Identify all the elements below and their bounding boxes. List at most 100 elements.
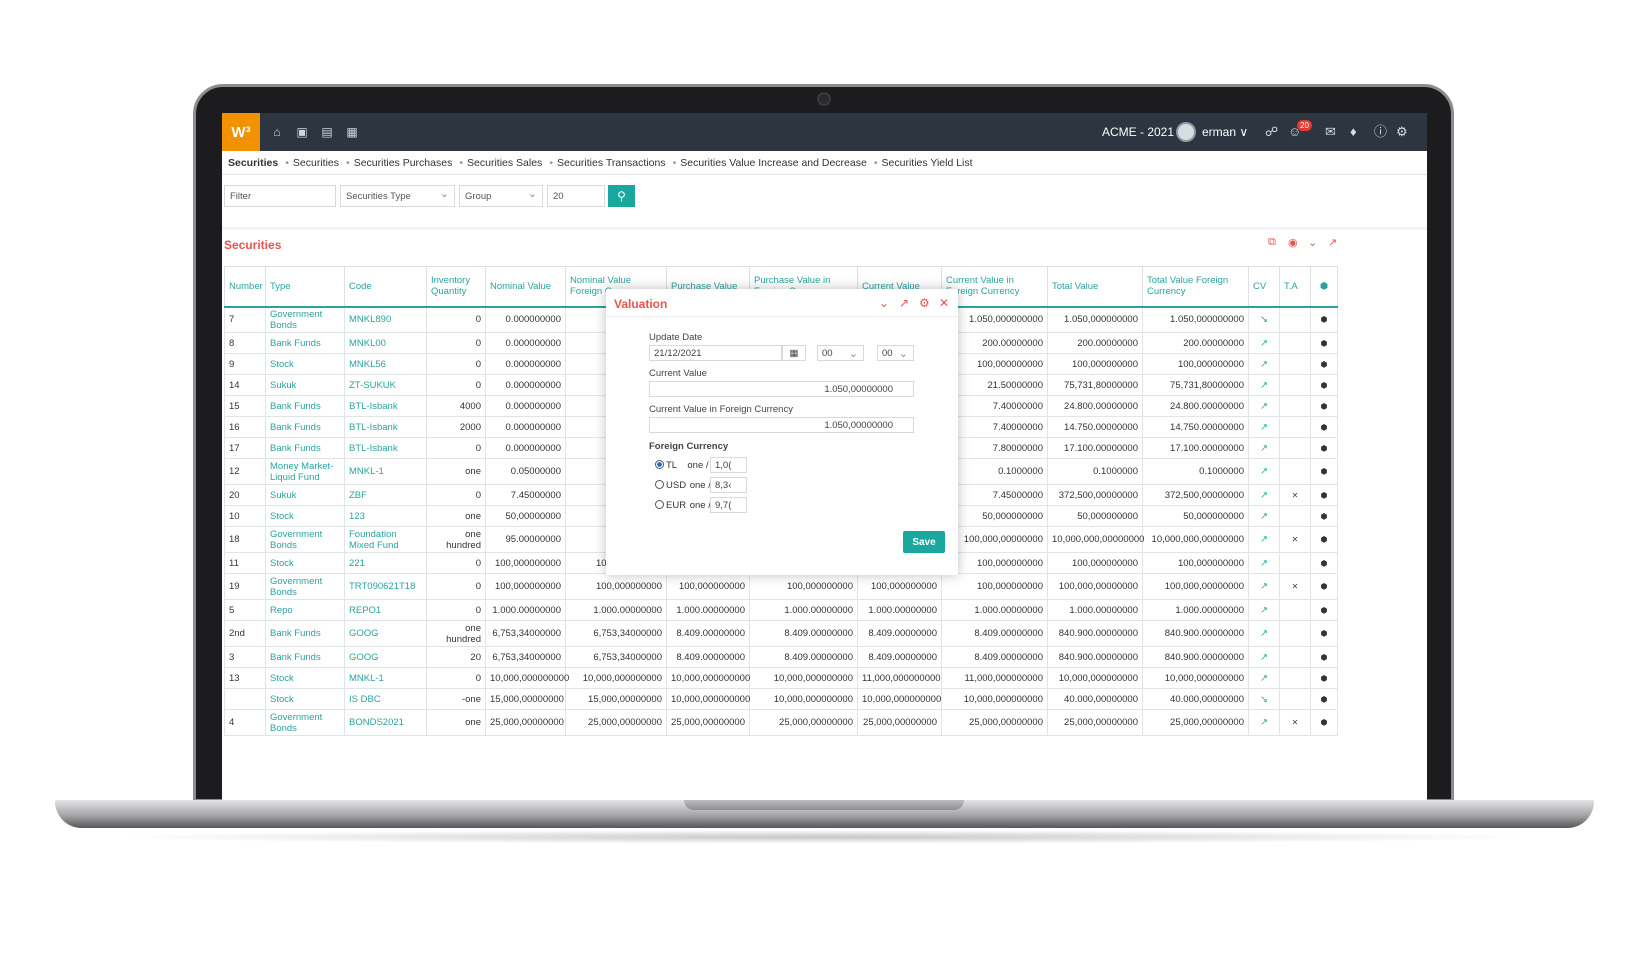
table-cell[interactable]: Stock (265, 552, 345, 574)
cube-icon[interactable]: ⬢ (1321, 491, 1328, 500)
table-cell[interactable]: MNKL-1 (344, 667, 427, 689)
table-cell[interactable]: Stock (265, 353, 345, 375)
table-cell[interactable]: Stock (265, 667, 345, 689)
cube-icon[interactable]: ⬢ (1321, 582, 1328, 591)
trend-up-icon[interactable]: ↗ (1260, 401, 1268, 412)
group-select[interactable]: Group (459, 185, 543, 207)
cube-icon[interactable]: ⬢ (1321, 381, 1328, 390)
table-cell[interactable]: Money Market- Liquid Fund (265, 458, 345, 485)
pin-icon[interactable]: ✕ (1292, 491, 1299, 500)
table-cell[interactable]: MNKL00 (344, 332, 427, 354)
chevron-down-icon[interactable]: ⌄ (1308, 236, 1317, 249)
cube-icon[interactable]: ⬢ (1321, 444, 1328, 453)
cube-icon[interactable]: ⬢ (1321, 718, 1328, 727)
table-row[interactable]: Stock IS DBC -one 15,000,00000000 15,000,000… (224, 688, 1338, 710)
app-logo[interactable]: W³ (222, 113, 260, 151)
table-cell[interactable]: Bank Funds (265, 437, 345, 459)
currency-option-usd[interactable]: USD one / (655, 480, 711, 491)
trend-up-icon[interactable]: ↗ (1260, 628, 1268, 639)
column-header[interactable]: Total Value Foreign Currency (1142, 266, 1249, 308)
gear-icon[interactable]: ⚙ (1396, 124, 1408, 140)
cube-icon[interactable]: ⬢ (1321, 423, 1328, 432)
table-row[interactable]: 2nd Bank Funds GOOG one hundred 6,753,340000… (224, 620, 1338, 647)
table-cell[interactable]: ZBF (344, 484, 427, 506)
avatar[interactable] (1176, 122, 1196, 142)
cube-icon[interactable]: ⬢ (1321, 315, 1328, 324)
pin-icon[interactable]: ✕ (1292, 582, 1299, 591)
bell-icon[interactable]: ♦ (1350, 124, 1357, 140)
column-header[interactable]: Nominal Value (485, 266, 566, 308)
table-cell[interactable]: BTL-Isbank (344, 395, 427, 417)
table-row[interactable]: 19 Government Bonds TRT090621T18 0 100,00000… (224, 573, 1338, 600)
trend-up-icon[interactable]: ↗ (1260, 511, 1268, 522)
table-cell[interactable]: Government Bonds (265, 306, 345, 333)
trend-up-icon[interactable]: ↗ (1260, 717, 1268, 728)
trend-up-icon[interactable]: ↗ (1260, 581, 1268, 592)
table-row[interactable]: 5 Repo REPO1 0 1.000.00000000 1.000.00000000 1… (224, 599, 1338, 621)
table-cell[interactable]: Sukuk (265, 374, 345, 396)
tab-securities-yield-list[interactable]: Securities Yield List (874, 157, 973, 169)
cube-icon[interactable]: ⬢ (1321, 606, 1328, 615)
cube-icon[interactable]: ⬢ (1321, 339, 1328, 348)
calendar-button[interactable]: ▦ (782, 345, 806, 361)
tab-securities-transactions[interactable]: Securities Transactions (549, 157, 666, 169)
table-cell[interactable]: Government Bonds (265, 526, 345, 553)
chevron-down-icon[interactable]: ⌄ (879, 296, 889, 310)
trend-up-icon[interactable]: ↗ (1260, 466, 1268, 477)
table-cell[interactable]: Bank Funds (265, 395, 345, 417)
currency-option-tl[interactable]: TL one / (655, 460, 709, 471)
radio-eur[interactable] (655, 500, 664, 509)
column-header[interactable]: Total Value (1047, 266, 1143, 308)
radio-tl[interactable] (655, 460, 664, 469)
trend-up-icon[interactable]: ↗ (1260, 652, 1268, 663)
table-cell[interactable]: Bank Funds (265, 646, 345, 668)
headset-icon[interactable]: ☍ (1265, 124, 1278, 140)
cube-icon[interactable]: ⬢ (1321, 653, 1328, 662)
table-cell[interactable]: BONDS2021 (344, 709, 427, 736)
cube-icon[interactable]: ⬢ (1321, 629, 1328, 638)
table-cell[interactable]: Bank Funds (265, 620, 345, 647)
tab-securities-sales[interactable]: Securities Sales (459, 157, 542, 169)
tab-securities-purchases[interactable]: Securities Purchases (346, 157, 453, 169)
help-icon[interactable]: ⓘ (1374, 124, 1387, 140)
pin-icon[interactable]: ✕ (1292, 535, 1299, 544)
bar-chart-icon[interactable]: ▤ (320, 125, 334, 139)
calendar-icon[interactable]: ▦ (345, 125, 359, 139)
table-cell[interactable]: BTL-Isbank (344, 416, 427, 438)
table-cell[interactable]: Government Bonds (265, 709, 345, 736)
current-value-fc-input[interactable]: 1.050,00000000 (649, 417, 914, 433)
tl-rate-input[interactable]: 1,0( (710, 457, 747, 473)
cube-icon[interactable]: ⬢ (1321, 402, 1328, 411)
expand-icon[interactable]: ↗ (1328, 236, 1337, 249)
table-cell[interactable]: Foundation Mixed Fund (344, 526, 427, 553)
eur-rate-input[interactable]: 9,7( (710, 497, 747, 513)
table-cell[interactable]: 221 (344, 552, 427, 574)
column-header[interactable]: Code (344, 266, 427, 308)
table-cell[interactable]: Bank Funds (265, 332, 345, 354)
column-header[interactable]: Inventory Quantity (426, 266, 486, 308)
chat-icon[interactable]: ✉ (1325, 124, 1336, 140)
company-selector[interactable]: ACME - 2021 (1102, 125, 1174, 139)
trend-up-icon[interactable]: ↗ (1260, 673, 1268, 684)
table-cell[interactable]: MNKL56 (344, 353, 427, 375)
cube-icon[interactable]: ⬢ (1321, 695, 1328, 704)
currency-option-eur[interactable]: EUR one / (655, 500, 711, 511)
securities-type-select[interactable]: Securities Type (340, 185, 455, 207)
table-cell[interactable]: Stock (265, 688, 345, 710)
export-icon[interactable]: ⧉ (1268, 236, 1276, 249)
table-cell[interactable]: Sukuk (265, 484, 345, 506)
cube-icon[interactable]: ⬢ (1321, 674, 1328, 683)
gear-icon[interactable]: ⚙ (919, 296, 930, 310)
table-cell[interactable]: TRT090621T18 (344, 573, 427, 600)
column-header[interactable]: CV (1248, 266, 1280, 308)
table-cell[interactable]: BTL-Isbank (344, 437, 427, 459)
close-icon[interactable]: ✕ (939, 296, 949, 310)
trend-up-icon[interactable]: ↗ (1260, 422, 1268, 433)
tab-securities-value-change[interactable]: Securities Value Increase and Decrease (673, 157, 867, 169)
table-cell[interactable]: MNKL-1 (344, 458, 427, 485)
column-header[interactable]: Number (224, 266, 266, 308)
table-cell[interactable]: Stock (265, 505, 345, 527)
minute-select[interactable]: 00 (877, 345, 914, 361)
trend-down-icon[interactable]: ↘ (1260, 314, 1268, 325)
table-cell[interactable]: Bank Funds (265, 416, 345, 438)
